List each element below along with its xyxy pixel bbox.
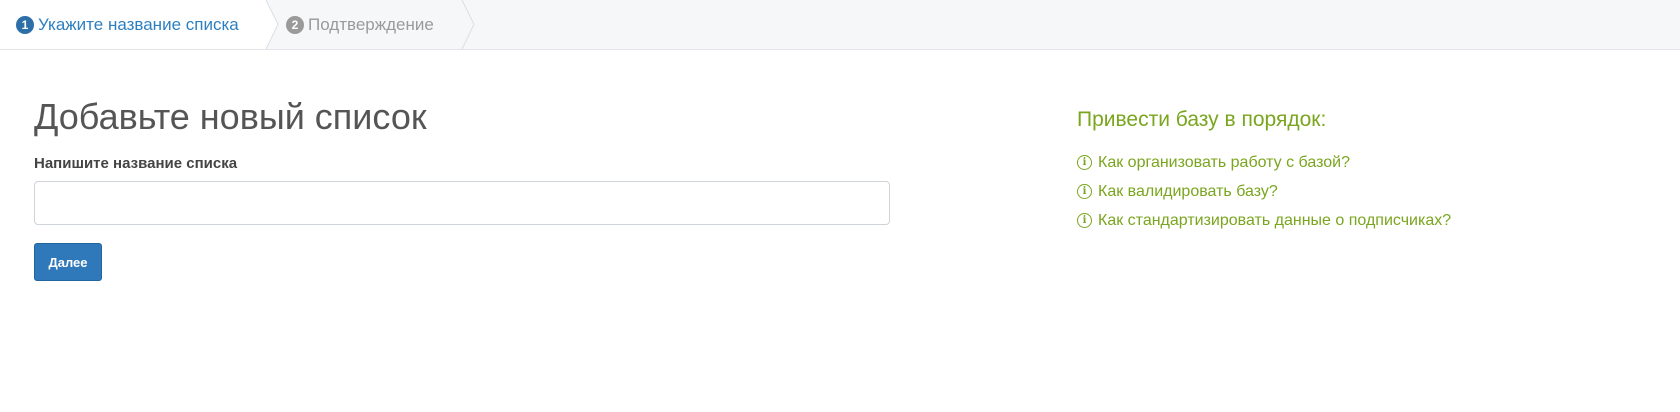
- info-icon: i: [1077, 184, 1092, 199]
- info-icon: i: [1077, 213, 1092, 228]
- step-separator-chevron-icon: [461, 0, 475, 49]
- help-link-organize[interactable]: i Как организовать работу с базой?: [1077, 148, 1597, 177]
- page-title: Добавьте новый список: [34, 96, 427, 137]
- help-link-standardize[interactable]: i Как стандартизировать данные о подписч…: [1077, 206, 1597, 235]
- info-icon: i: [1077, 155, 1092, 170]
- help-panel: Привести базу в порядок: i Как организов…: [1077, 108, 1597, 235]
- step-separator-chevron-icon: [256, 0, 279, 49]
- next-button[interactable]: Далее: [34, 243, 102, 281]
- step-2-tab[interactable]: 2 Подтверждение: [286, 0, 466, 49]
- help-link-validate[interactable]: i Как валидировать базу?: [1077, 177, 1597, 206]
- help-link-label: Как стандартизировать данные о подписчик…: [1098, 211, 1452, 229]
- step-2-number-badge: 2: [286, 15, 304, 34]
- list-name-label: Напишите название списка: [34, 155, 238, 172]
- list-name-input[interactable]: [34, 181, 890, 225]
- wizard-steps: 1 Укажите название списка 2 Подтверждени…: [0, 0, 1680, 50]
- help-link-label: Как валидировать базу?: [1098, 182, 1278, 200]
- step-2-label: Подтверждение: [308, 14, 434, 34]
- help-link-label: Как организовать работу с базой?: [1098, 153, 1350, 171]
- step-1-label: Укажите название списка: [38, 14, 239, 34]
- step-1-number-badge: 1: [16, 15, 34, 34]
- help-title: Привести базу в порядок:: [1077, 108, 1327, 131]
- step-1-tab[interactable]: 1 Укажите название списка: [0, 0, 256, 49]
